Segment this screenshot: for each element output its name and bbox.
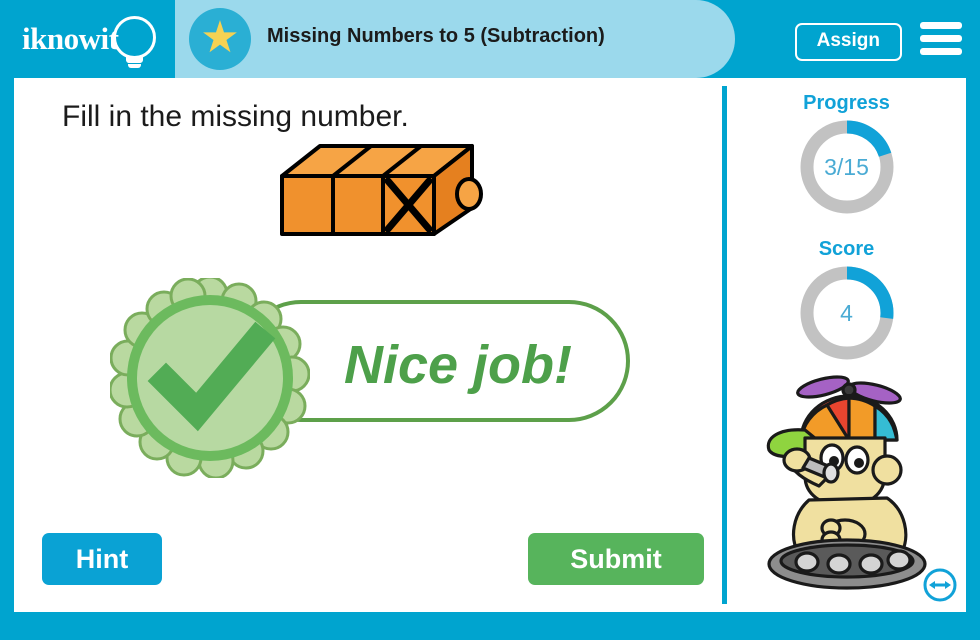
score-meter: Score 4: [727, 238, 966, 362]
lesson-title-banner: ★ Missing Numbers to 5 (Subtraction): [175, 0, 735, 78]
robot-mascot-avatar: [766, 375, 927, 590]
hint-button[interactable]: Hint: [42, 533, 162, 585]
progress-ring: 3/15: [798, 118, 896, 216]
progress-meter: Progress 3/15: [727, 92, 966, 216]
status-sidebar: Progress 3/15 Score 4: [727, 78, 966, 612]
assign-button[interactable]: Assign: [794, 23, 902, 61]
score-ring: 4: [798, 264, 896, 362]
page-title: Missing Numbers to 5 (Subtraction): [267, 25, 605, 47]
lightbulb-base-lower-icon: [128, 64, 141, 68]
progress-value: 3/15: [824, 153, 869, 180]
menu-bar-1: [920, 22, 962, 29]
content-card: Fill in the missing number. Nice job! Hi…: [14, 78, 966, 612]
lightbulb-base-icon: [126, 57, 143, 63]
progress-label: Progress: [803, 92, 890, 114]
orange-block-group: [280, 144, 483, 236]
app-header: iknowit ★ Missing Numbers to 5 (Subtract…: [0, 0, 980, 78]
question-prompt: Fill in the missing number.: [62, 100, 409, 133]
check-mark-badge-icon: [110, 278, 310, 478]
score-value: 4: [840, 299, 853, 326]
app-window: iknowit ★ Missing Numbers to 5 (Subtract…: [0, 0, 980, 640]
resize-horizontal-icon[interactable]: [923, 568, 957, 602]
star-icon: ★: [200, 13, 240, 63]
menu-bar-2: [920, 35, 962, 42]
hamburger-menu-icon[interactable]: [920, 22, 962, 56]
star-badge: ★: [189, 8, 251, 70]
feedback-area: Nice job!: [110, 228, 650, 478]
menu-bar-3: [920, 48, 962, 55]
score-label: Score: [818, 238, 875, 260]
submit-button[interactable]: Submit: [528, 533, 704, 585]
brand-logo[interactable]: iknowit: [20, 13, 170, 69]
brand-logo-text: iknowit: [22, 21, 119, 56]
lightbulb-icon: [113, 16, 156, 59]
